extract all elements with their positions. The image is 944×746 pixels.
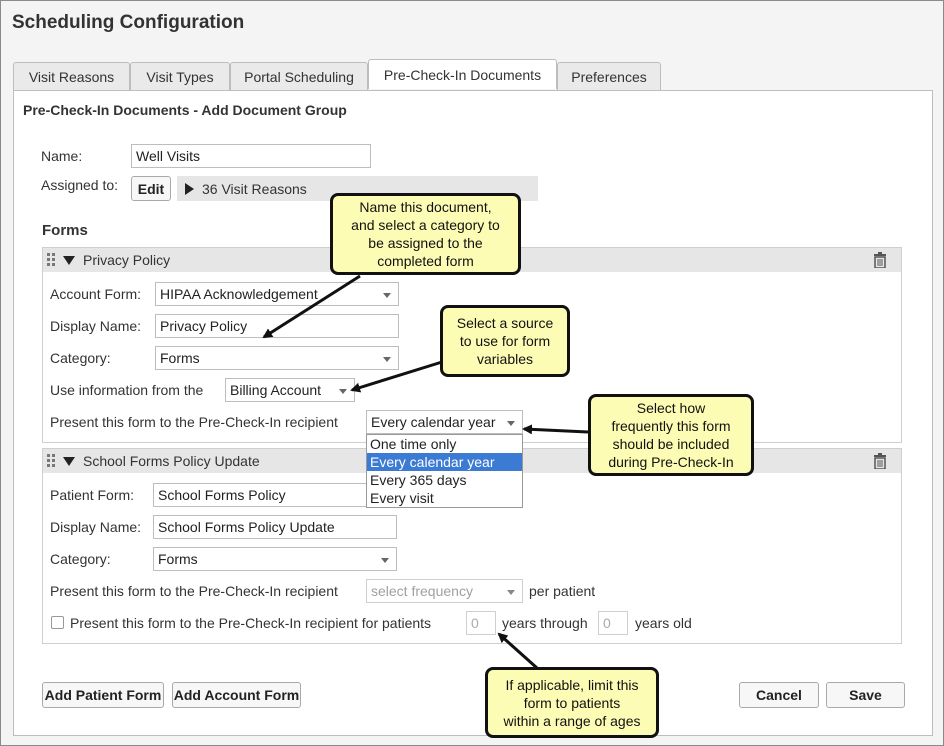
form-title: School Forms Policy Update (83, 453, 260, 469)
callout-line: frequently this form (611, 418, 731, 434)
age-limit-label: Present this form to the Pre-Check-In re… (70, 615, 432, 631)
account-form-label: Account Form: (50, 286, 142, 302)
frequency-dropdown-list: One time only Every calendar year Every … (366, 434, 523, 508)
callout-line: Select how (636, 400, 706, 416)
chevron-down-icon (383, 357, 391, 362)
add-patient-form-button[interactable]: Add Patient Form (42, 682, 164, 708)
drag-handle-icon[interactable] (47, 454, 57, 468)
collapse-arrow-icon[interactable] (63, 456, 75, 466)
information-source-select[interactable]: Billing Account (225, 378, 355, 402)
trash-icon[interactable] (873, 252, 887, 268)
trash-icon[interactable] (873, 453, 887, 469)
collapse-arrow-icon[interactable] (63, 255, 75, 265)
present-form-label: Present this form to the Pre-Check-In re… (50, 583, 338, 599)
display-name-input[interactable]: School Forms Policy Update (153, 515, 397, 539)
tab-portal-scheduling[interactable]: Portal Scheduling (230, 62, 368, 90)
callout-line: should be included (612, 436, 730, 452)
cancel-button[interactable]: Cancel (739, 682, 819, 708)
category-select[interactable]: Forms (155, 346, 399, 370)
tab-visit-reasons[interactable]: Visit Reasons (13, 62, 130, 90)
callout-line: be assigned to the (368, 235, 483, 251)
save-button[interactable]: Save (826, 682, 905, 708)
frequency-placeholder: select frequency (371, 583, 473, 599)
callout-line: to use for form (459, 333, 551, 349)
frequency-value: Every calendar year (371, 414, 496, 430)
information-source-value: Billing Account (230, 382, 322, 398)
callout-frequency: Select how frequently this form should b… (588, 394, 754, 476)
chevron-down-icon (507, 421, 515, 426)
chevron-down-icon (339, 389, 347, 394)
chevron-down-icon (383, 293, 391, 298)
patient-form-select[interactable]: School Forms Policy (153, 483, 397, 507)
tab-visit-types[interactable]: Visit Types (130, 62, 230, 90)
callout-age-range: If applicable, limit this form to patien… (485, 667, 659, 738)
callout-line: variables (476, 351, 534, 367)
tab-pre-check-in-documents[interactable]: Pre-Check-In Documents (368, 59, 557, 89)
callout-name-document: Name this document, and select a categor… (330, 193, 521, 275)
forms-heading: Forms (42, 222, 88, 239)
callout-line: completed form (377, 253, 474, 269)
name-label: Name: (41, 148, 83, 164)
drag-handle-icon[interactable] (47, 253, 57, 267)
callout-line: If applicable, limit this (505, 676, 639, 693)
edit-button[interactable]: Edit (131, 176, 171, 201)
account-form-value: HIPAA Acknowledgement (160, 286, 318, 302)
frequency-option-selected[interactable]: Every calendar year (367, 453, 522, 471)
category-value: Forms (160, 350, 200, 366)
age-limit-checkbox[interactable] (51, 616, 64, 629)
page-heading: Pre-Check-In Documents - Add Document Gr… (23, 102, 347, 118)
callout-line: during Pre-Check-In (608, 454, 734, 470)
present-form-label: Present this form to the Pre-Check-In re… (50, 414, 338, 430)
callout-source: Select a source to use for form variable… (440, 305, 570, 377)
patient-form-value: School Forms Policy (158, 487, 286, 503)
use-information-label: Use information from the (50, 382, 204, 398)
callout-line: Select a source (456, 315, 554, 331)
expand-arrow-icon (185, 182, 194, 195)
form-title: Privacy Policy (83, 252, 171, 268)
category-value: Forms (158, 551, 198, 567)
patient-form-label: Patient Form: (50, 487, 135, 503)
frequency-option[interactable]: Every visit (367, 489, 522, 507)
frequency-select[interactable]: select frequency (366, 579, 523, 603)
add-account-form-button[interactable]: Add Account Form (172, 682, 301, 708)
display-name-label: Display Name: (50, 519, 142, 535)
group-name-input[interactable]: Well Visits (131, 144, 371, 168)
callout-line: Name this document, (359, 199, 492, 215)
callout-line: within a range of ages (503, 712, 641, 729)
tab-preferences[interactable]: Preferences (557, 62, 661, 90)
frequency-option[interactable]: Every 365 days (367, 471, 522, 489)
category-label: Category: (50, 551, 111, 567)
assigned-to-label: Assigned to: (41, 177, 119, 193)
chevron-down-icon (381, 558, 389, 563)
chevron-down-icon (507, 590, 515, 595)
age-from-input[interactable]: 0 (466, 611, 496, 635)
display-name-input[interactable]: Privacy Policy (155, 314, 399, 338)
app-title: Scheduling Configuration (12, 12, 245, 33)
account-form-select[interactable]: HIPAA Acknowledgement (155, 282, 399, 306)
per-patient-label: per patient (529, 583, 596, 599)
age-to-input[interactable]: 0 (598, 611, 628, 635)
category-select[interactable]: Forms (153, 547, 397, 571)
years-old-label: years old (635, 615, 692, 631)
callout-line: and select a category to (351, 217, 500, 233)
callout-line: form to patients (523, 694, 621, 711)
assigned-summary: 36 Visit Reasons (202, 180, 307, 197)
display-name-label: Display Name: (50, 318, 142, 334)
frequency-select[interactable]: Every calendar year (366, 410, 523, 434)
frequency-option[interactable]: One time only (367, 435, 522, 453)
category-label: Category: (50, 350, 111, 366)
years-through-label: years through (502, 615, 588, 631)
